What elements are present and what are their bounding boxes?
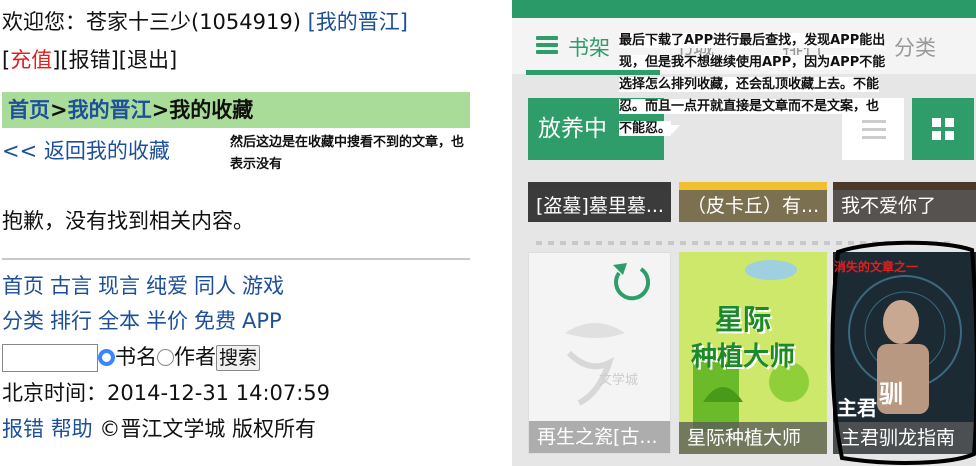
tab-bookshelf[interactable]: 书架: [568, 32, 610, 62]
cover-logo-text: 文学城: [599, 373, 639, 388]
breadcrumb-mine[interactable]: 我的晋江: [68, 98, 152, 122]
nav-youxi[interactable]: 游戏: [242, 274, 284, 298]
search-by-title-label: 书名: [115, 345, 157, 369]
nav-quanben[interactable]: 全本: [98, 309, 140, 333]
beijing-time: 北京时间：2014-12-31 14:07:59: [2, 381, 331, 405]
book-title: 再生之瓷[古...: [529, 421, 670, 453]
nav-mianfei[interactable]: 免费: [194, 309, 236, 333]
welcome-text: 欢迎您：苍家十三少(1054919): [2, 10, 308, 34]
app-screenshot: 书架 书城 排行 分类 放养中 [盗墓]墓里墓... （皮卡丘）有... 我不爱…: [512, 0, 976, 466]
filter-label: 放养中: [538, 116, 607, 142]
nav-fenlei[interactable]: 分类: [2, 309, 44, 333]
mobile-web-page: 欢迎您：苍家十三少(1054919) [我的晋江] [充值][报错][退出] 首…: [0, 0, 512, 466]
copyright: ©晋江文学城 版权所有: [99, 417, 317, 441]
search-by-author-label: 作者: [174, 345, 216, 369]
cover-title-top: 星际: [715, 303, 772, 336]
search-by-author-radio[interactable]: [157, 349, 174, 366]
annotation-right: 最后下载了APP进行最后查找，发现APP能出现，但是我不想继续使用APP，因为A…: [619, 33, 886, 136]
logout-link[interactable]: 退出: [127, 48, 169, 72]
grid-view-button[interactable]: [912, 98, 974, 160]
nav-home[interactable]: 首页: [2, 274, 44, 298]
breadcrumb-sep: >: [151, 98, 170, 122]
account-links: [充值][报错][退出]: [2, 48, 178, 72]
nav-app[interactable]: APP: [242, 309, 282, 333]
my-jinjiang-link[interactable]: [我的晋江]: [308, 10, 408, 34]
cover-text-xun: 驯: [879, 380, 903, 408]
cover-title-bottom: 种植大师: [691, 342, 796, 372]
search-input[interactable]: [2, 344, 98, 372]
menu-icon[interactable]: [536, 36, 558, 54]
book-card[interactable]: （皮卡丘）有...: [679, 182, 827, 222]
annotation-missing-book: 消失的文章之一: [834, 260, 919, 274]
nav-banjia[interactable]: 半价: [146, 309, 188, 333]
tab-category[interactable]: 分类: [894, 32, 936, 62]
nav-xianyan[interactable]: 现言: [98, 274, 140, 298]
book-title: [盗墓]墓里墓...: [528, 190, 671, 222]
recharge-link[interactable]: 充值: [10, 48, 52, 72]
annotation-left: 然后这边是在收藏中搜看不到的文章，也表示没有: [230, 135, 465, 172]
nav-paihang[interactable]: 排行: [50, 309, 92, 333]
book-card[interactable]: [盗墓]墓里墓...: [528, 182, 671, 222]
status-bar: [512, 0, 976, 18]
book-title: （皮卡丘）有...: [679, 190, 827, 222]
nav-row-1: 首页 古言 现言 纯爱 同人 游戏: [2, 272, 290, 300]
search-row: 书名 作者 搜索: [2, 343, 261, 372]
nav-tongren[interactable]: 同人: [194, 274, 236, 298]
book-title: 星际种植大师: [679, 422, 827, 454]
footer-report-link[interactable]: 报错: [2, 417, 44, 441]
divider: [2, 258, 470, 260]
footer-help-link[interactable]: 帮助: [51, 417, 93, 441]
breadcrumb-home[interactable]: 首页: [8, 98, 50, 122]
breadcrumb-sep: >: [50, 98, 68, 122]
search-button[interactable]: 搜索: [216, 345, 261, 371]
nav-guyan[interactable]: 古言: [50, 274, 92, 298]
breadcrumb-current: 我的收藏: [169, 98, 254, 122]
shelf-divider: [536, 230, 956, 245]
cover-text-zhujun: 主君: [837, 396, 877, 420]
nav-row-2: 分类 排行 全本 半价 免费 APP: [2, 307, 288, 335]
book-card[interactable]: 我不爱你了: [833, 182, 976, 222]
footer: 报错 帮助 ©晋江文学城 版权所有: [2, 415, 316, 443]
search-by-title-radio[interactable]: [98, 349, 115, 366]
book-card[interactable]: 星际 种植大师 星际种植大师: [679, 252, 827, 454]
breadcrumb: 首页>我的晋江>我的收藏: [2, 92, 470, 128]
welcome-line: 欢迎您：苍家十三少(1054919) [我的晋江]: [2, 8, 408, 36]
book-card[interactable]: 主君 驯 主君驯龙指南: [833, 252, 976, 454]
grid-icon: [932, 118, 941, 127]
book-title: 主君驯龙指南: [833, 422, 976, 454]
report-link[interactable]: 报错: [69, 48, 111, 72]
book-card[interactable]: 文学城 再生之瓷[古...: [528, 252, 671, 454]
book-title: 我不爱你了: [833, 190, 976, 222]
nav-chunai[interactable]: 纯爱: [146, 274, 188, 298]
back-to-favorites-link[interactable]: << 返回我的收藏: [2, 137, 170, 165]
no-result-message: 抱歉，没有找到相关内容。: [2, 209, 254, 233]
